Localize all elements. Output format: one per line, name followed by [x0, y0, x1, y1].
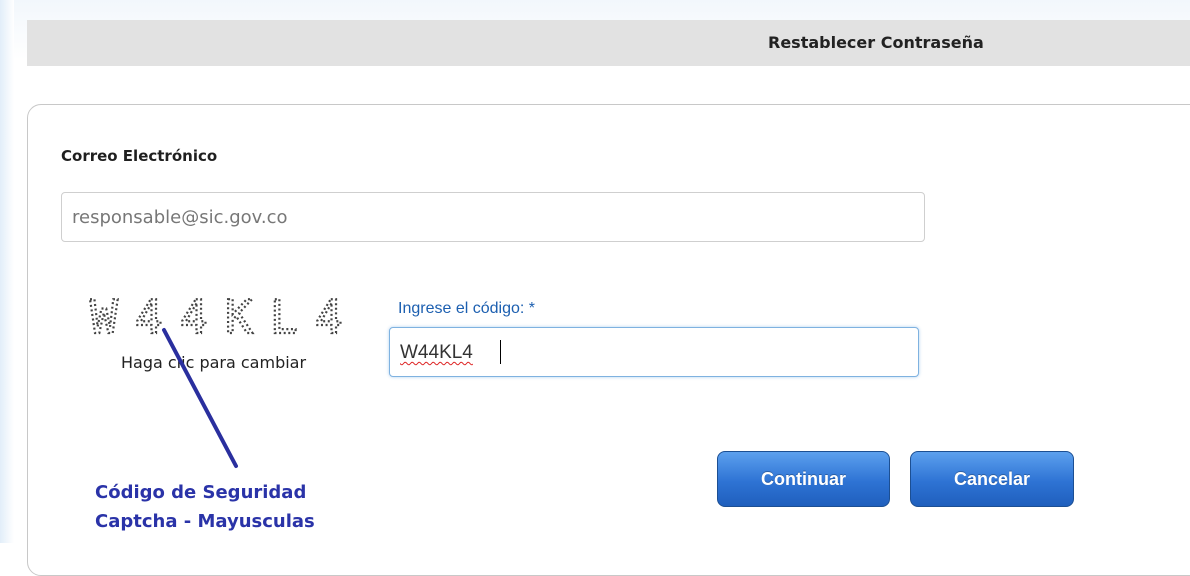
annotation-line-2: Captcha - Mayusculas: [95, 511, 315, 532]
annotation-line-1: Código de Seguridad: [95, 482, 307, 503]
annotation-note: Código de Seguridad Captcha - Mayusculas: [95, 478, 315, 536]
annotation-pointer-line: [162, 328, 238, 468]
